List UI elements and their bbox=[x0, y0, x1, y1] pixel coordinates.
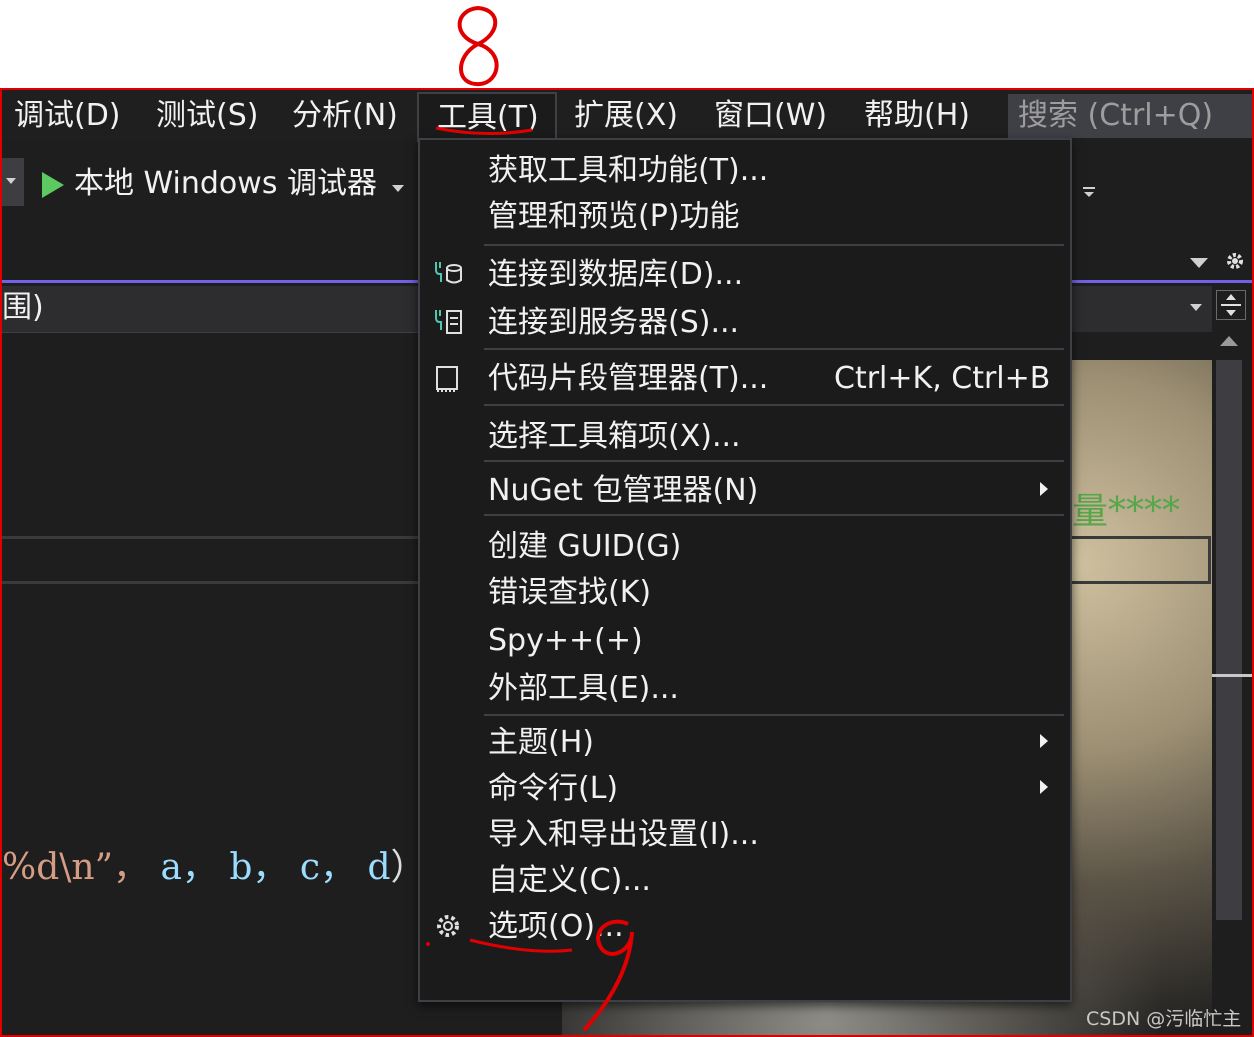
hand-annotations bbox=[426, 5, 634, 1032]
watermark: CSDN @污临忙主 bbox=[1086, 1008, 1242, 1030]
annotation-number-icon bbox=[457, 5, 499, 87]
annotation-underline-icon bbox=[435, 126, 533, 136]
annotation-underline-icon bbox=[469, 938, 573, 953]
annotation-dot-icon bbox=[426, 942, 430, 946]
annotation-number-icon bbox=[582, 919, 634, 1032]
